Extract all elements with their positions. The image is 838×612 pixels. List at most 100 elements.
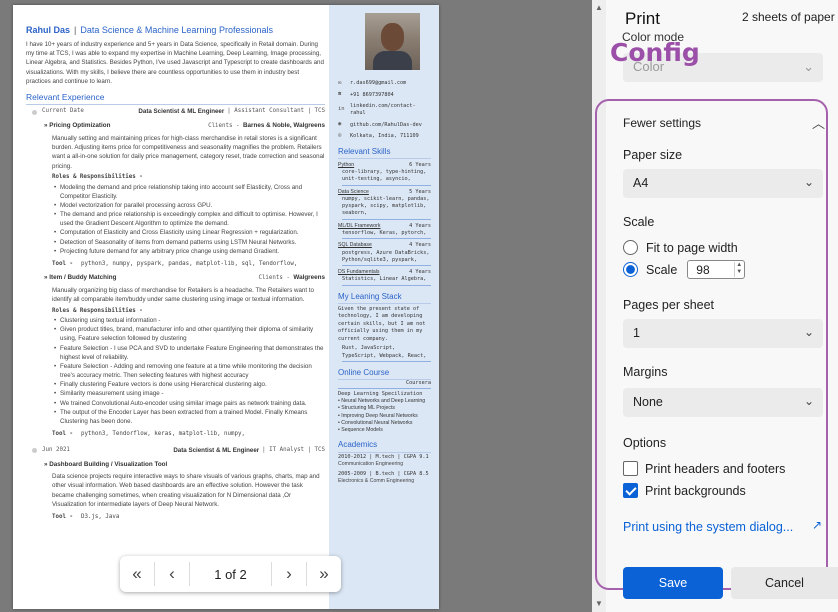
cancel-button[interactable]: Cancel bbox=[731, 567, 838, 599]
fewer-settings-toggle[interactable]: Fewer settings bbox=[623, 116, 701, 130]
margins-label: Margins bbox=[623, 365, 668, 379]
skill-years: 4 Years bbox=[409, 242, 431, 249]
skill-block: ML/DL Framework 4 Years tensorflow, Keras… bbox=[338, 223, 431, 240]
project-name: » Dashboard Building / Visualization Too… bbox=[44, 460, 168, 468]
project-line: » Item / Buddy Matching Clients - Walgre… bbox=[44, 274, 325, 283]
list-item: Similarity measurement using image - bbox=[54, 389, 325, 398]
list-item: Model vectorization for parallel process… bbox=[54, 201, 325, 210]
fit-to-page-option[interactable]: Fit to page width bbox=[623, 240, 738, 255]
radio-button[interactable] bbox=[623, 240, 638, 255]
resume-main-column: Rahul Das | Data Science & Machine Learnin… bbox=[13, 5, 329, 609]
responsibilities-list: Clustering using textual information - G… bbox=[54, 316, 325, 426]
contact-text: +91 8697397804 bbox=[350, 91, 394, 98]
project-description: Manually organizing big class of merchan… bbox=[52, 286, 314, 304]
mail-icon: ✉ bbox=[338, 80, 342, 86]
scale-value: 98 bbox=[696, 262, 710, 277]
tools-line: Tool - python3, numpy, pyspark, pandas, m… bbox=[52, 261, 325, 269]
list-item: The demand and price relationship is exc… bbox=[54, 210, 325, 228]
headers-footers-option[interactable]: Print headers and footers bbox=[623, 461, 785, 476]
chevron-down-icon: ⌄ bbox=[803, 175, 814, 189]
project-line: » Dashboard Building / Visualization Too… bbox=[44, 461, 325, 469]
phone-icon: ☎ bbox=[338, 91, 342, 98]
tools-line: Tool - D3.js, Java bbox=[52, 514, 325, 522]
skill-list: Statistics, Linear Algebra, bbox=[342, 276, 431, 286]
double-chevron-left-icon: « bbox=[132, 564, 142, 583]
skill-years: 6 Years bbox=[409, 161, 431, 168]
save-button[interactable]: Save bbox=[623, 567, 723, 599]
list-item: Neural Networks and Deep Learning bbox=[338, 398, 431, 405]
client-name: Barnes & Noble, Walgreens bbox=[243, 122, 325, 130]
margins-select[interactable]: None ⌄ bbox=[623, 388, 823, 417]
paper-size-select[interactable]: A4 ⌄ bbox=[623, 169, 823, 198]
page-navigator: « ‹ 1 of 2 › » bbox=[120, 556, 341, 592]
backgrounds-label: Print backgrounds bbox=[645, 483, 746, 498]
list-item: Detection of Seasonality of items from d… bbox=[54, 238, 325, 247]
list-item: Improving Deep Neural Networks bbox=[338, 413, 431, 420]
learning-stack-text: Given the present state of technology, I… bbox=[338, 305, 426, 342]
learning-stack-list: Rust, JavaScript, TypeScript, Webpack, R… bbox=[342, 345, 431, 363]
project-client: Clients - Walgreens bbox=[258, 274, 325, 283]
job-org: | Assistant Consultant | TCS bbox=[227, 108, 325, 115]
scale-input[interactable]: 98 ▲ ▼ bbox=[687, 260, 746, 279]
chevron-up-icon[interactable]: ︿ bbox=[812, 113, 825, 132]
next-page-button[interactable]: › bbox=[272, 556, 306, 592]
list-item: Feature Selection - I use PCA and SVD to… bbox=[54, 344, 325, 362]
scroll-up-arrow-icon[interactable]: ▲ bbox=[595, 3, 603, 12]
paper-size-value: A4 bbox=[633, 176, 649, 190]
config-annotation: Config bbox=[610, 38, 700, 67]
photo-shirt bbox=[373, 51, 412, 70]
scale-option[interactable]: Scale 98 ▲ ▼ bbox=[623, 260, 746, 279]
chevron-right-icon: › bbox=[286, 564, 292, 583]
list-item: Computation of Elasticity and Cross Elas… bbox=[54, 228, 325, 237]
list-item: Projecting future demand for any arbitra… bbox=[54, 247, 325, 256]
skill-list: tensorflow, Keras, pytorch, bbox=[342, 230, 431, 240]
skill-years: 4 Years bbox=[409, 222, 431, 229]
checkbox[interactable] bbox=[623, 461, 638, 476]
list-item: Finally clustering Feature vectors is do… bbox=[54, 380, 325, 389]
list-item: The output of the Encoder Layer has been… bbox=[54, 408, 325, 426]
resume-page-preview: Rahul Das | Data Science & Machine Learnin… bbox=[13, 5, 439, 609]
timeline-dot bbox=[32, 109, 37, 115]
panel-title: Print bbox=[625, 9, 660, 28]
system-dialog-link[interactable]: Print using the system dialog... bbox=[623, 520, 793, 534]
pages-per-sheet-select[interactable]: 1 ⌄ bbox=[623, 319, 823, 348]
previous-page-button[interactable]: ‹ bbox=[155, 556, 189, 592]
skill-block: DS Fundamentals 4 Years Statistics, Linea… bbox=[338, 269, 431, 286]
last-page-button[interactable]: » bbox=[307, 556, 341, 592]
project-name: » Pricing Optimization bbox=[44, 122, 111, 130]
responsibilities-heading: Roles & Responsibilities - bbox=[52, 307, 143, 314]
job-line: Jun 2021 Data Scientist & ML Engineer | … bbox=[26, 447, 325, 455]
chevron-down-icon: ⌄ bbox=[803, 325, 814, 339]
experience-heading: Relevant Experience bbox=[26, 92, 325, 106]
skill-name: Data Science bbox=[338, 188, 369, 195]
backgrounds-option[interactable]: Print backgrounds bbox=[623, 483, 746, 498]
course-provider: Coursera bbox=[338, 380, 431, 389]
skills-heading: Relevant Skills bbox=[338, 146, 431, 159]
contact-item: ⌾ Kolkata, India, 711109 bbox=[338, 133, 431, 141]
list-item: Sequence Models bbox=[338, 427, 431, 434]
fit-to-page-label: Fit to page width bbox=[646, 240, 738, 255]
job-title: Data Scientist & ML Engineer bbox=[173, 446, 260, 454]
academic-subject: Electronics & Comm Engineering bbox=[338, 478, 415, 485]
profile-photo bbox=[365, 13, 420, 70]
skill-name: ML/DL Framework bbox=[338, 222, 381, 229]
list-item: Structuring ML Projects bbox=[338, 405, 431, 412]
checkbox-checked[interactable] bbox=[623, 483, 638, 498]
first-page-button[interactable]: « bbox=[120, 556, 154, 592]
tools-label: Tool - bbox=[52, 260, 73, 267]
resume-name: Rahul Das bbox=[26, 25, 71, 35]
contact-list: ✉ r.das699@gmail.com ☎ +91 8697397804 in li… bbox=[338, 80, 431, 141]
spinner-arrows-icon[interactable]: ▲ ▼ bbox=[734, 262, 743, 277]
contact-item: in linkedin.com/contact-rahul bbox=[338, 103, 431, 118]
skill-list: postgress, Azure DataBricks, Python/sqli… bbox=[342, 250, 431, 267]
skill-block: SQL Database 4 Years postgress, Azure Dat… bbox=[338, 242, 431, 267]
skill-header: Data Science 5 Years bbox=[338, 189, 431, 196]
scroll-down-arrow-icon[interactable]: ▼ bbox=[595, 599, 603, 608]
tools-label: Tool - bbox=[52, 514, 73, 521]
headers-footers-label: Print headers and footers bbox=[645, 461, 786, 476]
linkedin-icon: in bbox=[338, 106, 345, 113]
external-link-icon[interactable]: ↗ bbox=[812, 518, 822, 532]
contact-text: r.das699@gmail.com bbox=[350, 80, 407, 87]
skill-header: Python 6 Years bbox=[338, 162, 431, 169]
radio-button-selected[interactable] bbox=[623, 262, 638, 277]
